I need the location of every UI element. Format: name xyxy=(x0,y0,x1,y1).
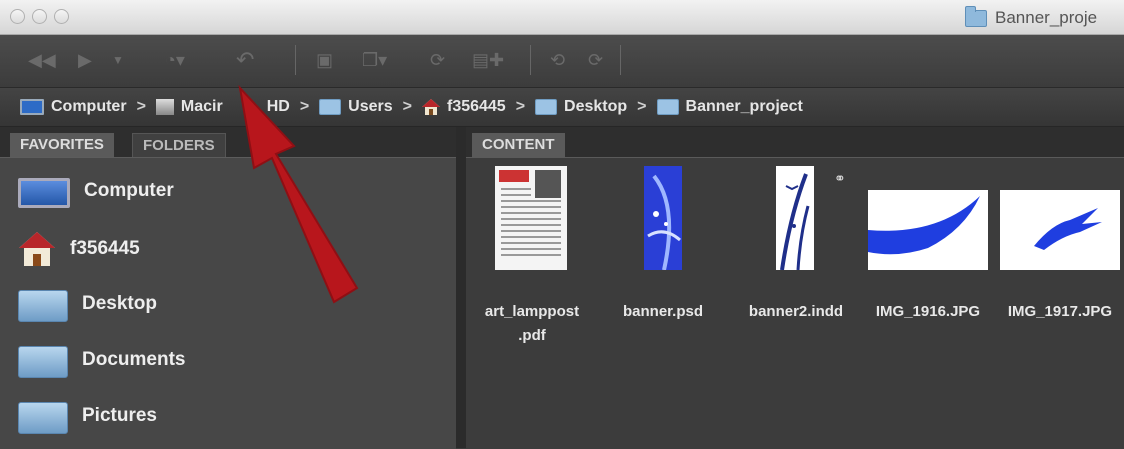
toolbar-divider xyxy=(620,45,621,75)
dropdown-icon[interactable]: ▼ xyxy=(112,49,124,71)
recent-icon[interactable]: ◔▾ xyxy=(165,49,185,71)
computer-icon xyxy=(18,178,70,208)
folder-icon xyxy=(656,99,679,115)
title-bar: Banner_proje xyxy=(0,0,1124,35)
file-name-line1: art_lamppost xyxy=(484,303,580,320)
breadcrumb-computer[interactable]: Computer xyxy=(20,98,127,116)
content-item-thumbnail[interactable] xyxy=(495,166,567,270)
content-item-name[interactable]: banner.psd xyxy=(610,300,716,324)
file-name-line1: IMG_1916.JPG xyxy=(875,303,981,320)
breadcrumb-banner-project[interactable]: Banner_project xyxy=(656,98,803,116)
folder-icon xyxy=(18,346,68,378)
toolbar: ◀◀ ▶ ▼ ◔▾ ↶ ▣ ❐▾ ⟳ ▤✚ ⟲ ⟳ xyxy=(0,35,1124,88)
home-icon xyxy=(421,99,440,115)
content-item-name[interactable]: banner2.indd xyxy=(736,300,856,324)
breadcrumb-home[interactable]: f356445 xyxy=(421,98,506,116)
tab-content[interactable]: CONTENT xyxy=(472,133,565,157)
rotate-right-icon[interactable]: ⟳ xyxy=(588,49,603,71)
hard-drive-icon xyxy=(155,99,174,115)
breadcrumb-separator: > xyxy=(637,98,647,115)
breadcrumb-users[interactable]: Users xyxy=(319,98,393,116)
breadcrumb-label: Computer xyxy=(51,98,127,115)
file-name-line2: .pdf xyxy=(518,327,546,344)
folder-icon xyxy=(319,99,342,115)
folder-icon xyxy=(965,5,987,27)
breadcrumb-label: Macir xyxy=(180,98,223,115)
favorites-panel: Computer f356445 Desktop Documents Pictu… xyxy=(0,157,456,449)
content-item-thumbnail[interactable] xyxy=(1000,190,1120,270)
copy-icon[interactable]: ❐▾ xyxy=(362,49,387,71)
white-banner-thumbnail xyxy=(780,173,810,271)
breadcrumb-separator: > xyxy=(299,98,310,115)
panel-splitter[interactable] xyxy=(456,127,466,448)
blue-swoosh-thumbnail xyxy=(868,196,980,255)
file-name-line1: banner.psd xyxy=(622,303,704,320)
refresh-icon[interactable]: ⟳ xyxy=(430,49,445,71)
favorite-desktop[interactable]: Desktop xyxy=(18,286,157,322)
minimize-window-button[interactable] xyxy=(32,9,47,24)
breadcrumb-macintosh-hd[interactable]: Macir HD xyxy=(155,98,290,116)
favorite-label: Pictures xyxy=(82,405,157,426)
breadcrumb-separator: > xyxy=(136,98,146,115)
window-title: Banner_proje xyxy=(965,5,1098,29)
favorite-label: Computer xyxy=(84,180,174,201)
pdf-document-thumbnail xyxy=(499,170,561,256)
breadcrumb-separator: > xyxy=(402,98,412,115)
breadcrumb-label: f356445 xyxy=(446,98,506,115)
content-item-thumbnail[interactable] xyxy=(644,166,682,271)
favorite-label: Documents xyxy=(82,349,186,370)
home-icon xyxy=(19,232,55,266)
left-panel-tabs: FAVORITES FOLDERS xyxy=(0,127,460,158)
tab-favorites[interactable]: FAVORITES xyxy=(10,133,114,157)
blue-banner-thumbnail xyxy=(644,166,682,271)
breadcrumb-label: Users xyxy=(348,98,393,115)
breadcrumb-desktop[interactable]: Desktop xyxy=(535,98,627,116)
window-title-text: Banner_proje xyxy=(995,8,1098,27)
toolbar-divider xyxy=(530,45,531,75)
content-item-thumbnail[interactable] xyxy=(776,166,814,271)
folder-icon xyxy=(18,402,68,434)
return-icon[interactable]: ↶ xyxy=(236,49,254,71)
favorite-home[interactable]: f356445 xyxy=(18,230,140,268)
rotate-left-icon[interactable]: ⟲ xyxy=(550,49,565,71)
camera-icon[interactable]: ▣ xyxy=(316,49,333,71)
link-icon: ⚭ xyxy=(834,170,846,186)
favorite-label: f356445 xyxy=(70,238,140,259)
favorite-label: Desktop xyxy=(82,293,157,314)
favorite-computer[interactable]: Computer xyxy=(18,174,174,208)
folder-icon xyxy=(535,99,558,115)
breadcrumb-separator: > xyxy=(515,98,526,115)
content-item-name[interactable]: art_lamppost .pdf xyxy=(474,300,590,348)
breadcrumb-label: Banner_project xyxy=(685,98,803,115)
tab-folders[interactable]: FOLDERS xyxy=(132,133,226,158)
breadcrumb-label: Desktop xyxy=(564,98,628,115)
path-bar: Computer > Macir HD > Users > f356445 > … xyxy=(0,88,1124,127)
content-item-name[interactable]: IMG_1917.JPG xyxy=(996,300,1124,324)
toolbar-divider xyxy=(295,45,296,75)
content-panel-tabs: CONTENT xyxy=(466,127,1124,157)
zoom-window-button[interactable] xyxy=(54,9,69,24)
forward-icon[interactable]: ▶ xyxy=(78,49,92,71)
back-icon[interactable]: ◀◀ xyxy=(28,49,56,71)
new-file-icon[interactable]: ▤✚ xyxy=(472,49,504,71)
file-name-line1: banner2.indd xyxy=(748,303,844,320)
breadcrumb-label: HD xyxy=(266,98,290,115)
folder-icon xyxy=(18,290,68,322)
content-panel: art_lamppost .pdf banner.psd ⚭ banner2.i… xyxy=(466,157,1124,449)
blue-bird-thumbnail xyxy=(1034,208,1102,250)
computer-icon xyxy=(20,99,44,115)
file-name-line1: IMG_1917.JPG xyxy=(1007,303,1113,320)
content-item-name[interactable]: IMG_1916.JPG xyxy=(862,300,994,324)
content-item-thumbnail[interactable] xyxy=(868,190,988,270)
favorite-documents[interactable]: Documents xyxy=(18,342,185,378)
close-window-button[interactable] xyxy=(10,9,25,24)
favorite-pictures[interactable]: Pictures xyxy=(18,398,157,434)
